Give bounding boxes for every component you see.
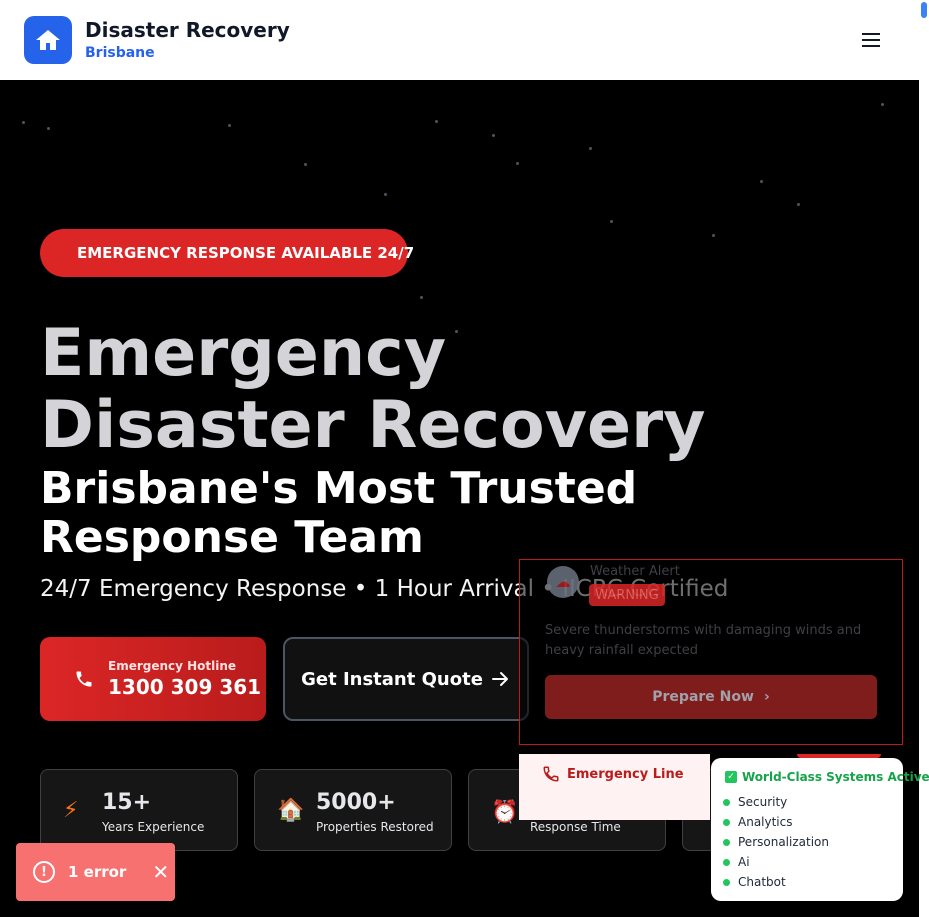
checkmark-icon: ✓ — [725, 771, 737, 783]
system-status-item: Chatbot — [723, 875, 786, 889]
house-icon: 🏠 — [277, 798, 305, 823]
star-dot — [47, 127, 50, 130]
stat-label: Years Experience — [102, 820, 205, 834]
badge-label: EMERGENCY RESPONSE AVAILABLE 24/7 — [77, 244, 415, 262]
phone-icon — [543, 766, 559, 782]
lightning-icon: ⚡ — [63, 798, 79, 823]
star-dot — [22, 121, 25, 124]
weather-alert-description: Severe thunderstorms with damaging winds… — [545, 623, 862, 658]
system-name: Personalization — [738, 835, 829, 849]
hamburger-menu-icon — [862, 33, 880, 47]
star-dot — [797, 203, 800, 206]
system-status-item: Ai — [723, 855, 750, 869]
star-dot — [384, 193, 387, 196]
green-dot-icon — [723, 818, 730, 826]
star-dot — [712, 234, 715, 237]
home-icon — [36, 30, 60, 50]
systems-title-text: World-Class Systems Active — [742, 770, 929, 784]
warning-badge: WARNING — [589, 584, 665, 606]
error-alert-icon: ! — [33, 861, 55, 883]
star-dot — [492, 134, 495, 137]
system-status-item: Analytics — [723, 815, 793, 829]
star-dot — [760, 180, 763, 183]
system-name: Analytics — [738, 815, 793, 829]
prepare-now-button[interactable]: Prepare Now › — [545, 675, 877, 719]
chevron-right-icon: › — [763, 689, 770, 705]
stat-value: 5000+ — [316, 790, 396, 815]
stat-label: Response Time — [530, 820, 621, 834]
star-dot — [228, 124, 231, 127]
stat-card: ⚡ 15+ Years Experience — [40, 769, 238, 851]
system-status-item: Personalization — [723, 835, 829, 849]
emergency-hotline-button[interactable]: Emergency Hotline 1300 309 361 — [40, 637, 266, 721]
get-quote-button[interactable]: Get Instant Quote — [283, 637, 529, 721]
green-dot-icon — [723, 798, 730, 806]
system-name: Security — [738, 795, 788, 809]
quote-button-label: Get Instant Quote — [301, 668, 483, 690]
alarm-clock-icon: ⏰ — [491, 800, 519, 825]
green-dot-icon — [723, 878, 730, 886]
system-name: Ai — [738, 855, 750, 869]
green-dot-icon — [723, 858, 730, 866]
scrollbar-thumb[interactable] — [921, 2, 927, 18]
logo[interactable] — [24, 16, 72, 64]
star-dot — [304, 163, 307, 166]
phone-icon — [76, 671, 92, 687]
star-dot — [435, 120, 438, 123]
weather-alert-title: Weather Alert — [590, 564, 680, 579]
green-dot-icon — [723, 838, 730, 846]
arrow-right-icon — [491, 672, 508, 686]
brand-location: Brisbane — [85, 45, 155, 61]
systems-status-title: ✓ World-Class Systems Active — [725, 770, 929, 784]
storm-cloud-icon: ☁ — [547, 566, 579, 598]
stat-card: 🏠 5000+ Properties Restored — [254, 769, 452, 851]
error-count-label: 1 error — [68, 863, 127, 881]
emergency-availability-badge: EMERGENCY RESPONSE AVAILABLE 24/7 — [40, 229, 414, 277]
hotline-label: Emergency Hotline — [108, 659, 237, 673]
star-dot — [589, 147, 592, 150]
emergency-line-label[interactable]: Emergency Line — [567, 767, 684, 782]
close-icon[interactable]: ✕ — [152, 860, 169, 884]
star-dot — [610, 220, 613, 223]
system-name: Chatbot — [738, 875, 786, 889]
prepare-now-label: Prepare Now — [652, 689, 754, 705]
brand-title[interactable]: Disaster Recovery — [85, 18, 290, 42]
page-title: Emergency Disaster Recovery — [40, 316, 706, 463]
emergency-line-bar[interactable] — [519, 754, 710, 820]
stat-value: 15+ — [102, 790, 152, 815]
error-toast[interactable]: ! 1 error ✕ — [16, 843, 175, 901]
menu-button[interactable] — [856, 26, 886, 54]
star-dot — [881, 103, 884, 106]
hotline-number: 1300 309 361 — [108, 675, 262, 699]
star-dot — [516, 162, 519, 165]
star-dot — [420, 296, 423, 299]
page-subtitle: Brisbane's Most Trusted Response Team — [40, 463, 638, 563]
system-status-item: Security — [723, 795, 787, 809]
stat-label: Properties Restored — [316, 820, 434, 834]
